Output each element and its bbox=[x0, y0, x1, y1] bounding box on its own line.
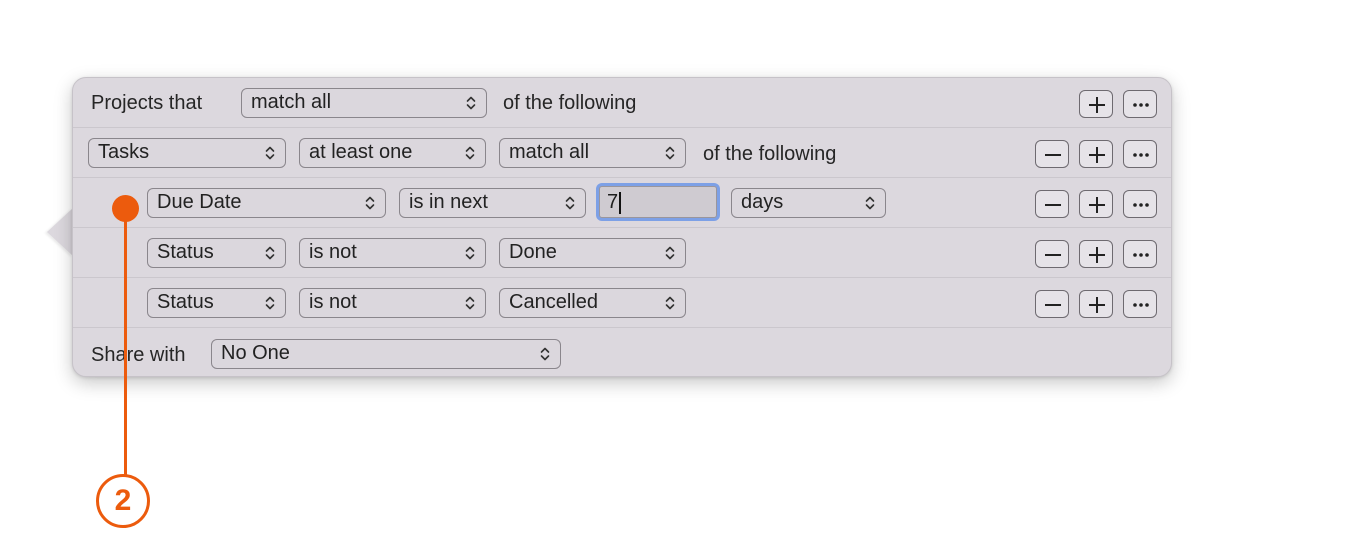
condition-operator-value: is not bbox=[309, 291, 357, 313]
minus-icon bbox=[1045, 304, 1061, 306]
group-rule-row: Tasks at least one match all of the foll… bbox=[73, 128, 1171, 178]
condition-unit-value: days bbox=[741, 191, 784, 213]
group-of-the-following-label: of the following bbox=[703, 143, 837, 165]
remove-rule-button[interactable] bbox=[1035, 290, 1069, 318]
group-quantifier-select[interactable]: at least one bbox=[299, 138, 486, 168]
more-options-button[interactable] bbox=[1123, 90, 1157, 118]
condition-value: Cancelled bbox=[509, 291, 598, 313]
condition-operator-select[interactable]: is in next bbox=[399, 188, 586, 218]
popover-arrow bbox=[47, 208, 73, 256]
condition-field-value: Due Date bbox=[157, 191, 242, 213]
add-rule-button[interactable] bbox=[1079, 90, 1113, 118]
chevron-up-down-icon bbox=[540, 347, 550, 361]
group-match-value: match all bbox=[509, 141, 590, 163]
plus-icon bbox=[1089, 97, 1105, 113]
add-rule-button[interactable] bbox=[1079, 290, 1113, 318]
more-options-button[interactable] bbox=[1123, 190, 1157, 218]
plus-icon bbox=[1089, 297, 1105, 313]
chevron-up-down-icon bbox=[465, 146, 475, 160]
ellipsis-icon bbox=[1133, 203, 1149, 207]
add-rule-button[interactable] bbox=[1079, 140, 1113, 168]
condition-value: Done bbox=[509, 241, 557, 263]
remove-rule-button[interactable] bbox=[1035, 190, 1069, 218]
plus-icon bbox=[1089, 197, 1105, 213]
group-field-select[interactable]: Tasks bbox=[88, 138, 286, 168]
condition-row: Status is not Done bbox=[73, 228, 1171, 278]
condition-operator-select[interactable]: is not bbox=[299, 238, 486, 268]
projects-that-label: Projects that bbox=[91, 92, 203, 114]
condition-field-value: Status bbox=[157, 291, 214, 313]
chevron-up-down-icon bbox=[465, 246, 475, 260]
root-rule-row: Projects that match all of the following bbox=[73, 78, 1171, 128]
chevron-up-down-icon bbox=[265, 146, 275, 160]
chevron-up-down-icon bbox=[865, 196, 875, 210]
chevron-up-down-icon bbox=[665, 146, 675, 160]
minus-icon bbox=[1045, 154, 1061, 156]
ellipsis-icon bbox=[1133, 153, 1149, 157]
smart-filter-popover: Projects that match all of the following… bbox=[72, 77, 1172, 377]
of-the-following-label: of the following bbox=[503, 92, 637, 114]
chevron-up-down-icon bbox=[565, 196, 575, 210]
share-with-value: No One bbox=[221, 342, 290, 364]
condition-value-select[interactable]: Cancelled bbox=[499, 288, 686, 318]
ellipsis-icon bbox=[1133, 303, 1149, 307]
condition-field-select[interactable]: Status bbox=[147, 238, 286, 268]
condition-operator-value: is in next bbox=[409, 191, 488, 213]
days-count-value: 7 bbox=[607, 191, 619, 213]
group-quantifier-value: at least one bbox=[309, 141, 413, 163]
text-caret bbox=[619, 192, 621, 214]
plus-icon bbox=[1089, 247, 1105, 263]
share-row: Share with No One bbox=[73, 328, 1171, 378]
remove-rule-button[interactable] bbox=[1035, 240, 1069, 268]
root-match-select[interactable]: match all bbox=[241, 88, 487, 118]
chevron-up-down-icon bbox=[665, 296, 675, 310]
add-rule-button[interactable] bbox=[1079, 240, 1113, 268]
callout-number-badge: 2 bbox=[96, 474, 150, 528]
remove-rule-button[interactable] bbox=[1035, 140, 1069, 168]
chevron-up-down-icon bbox=[466, 96, 476, 110]
chevron-up-down-icon bbox=[365, 196, 375, 210]
add-rule-button[interactable] bbox=[1079, 190, 1113, 218]
group-match-select[interactable]: match all bbox=[499, 138, 686, 168]
condition-field-value: Status bbox=[157, 241, 214, 263]
group-field-value: Tasks bbox=[98, 141, 150, 163]
chevron-up-down-icon bbox=[265, 246, 275, 260]
minus-icon bbox=[1045, 254, 1061, 256]
condition-operator-value: is not bbox=[309, 241, 357, 263]
share-with-label: Share with bbox=[91, 344, 186, 366]
share-with-select[interactable]: No One bbox=[211, 339, 561, 369]
root-match-select-value: match all bbox=[251, 91, 332, 113]
more-options-button[interactable] bbox=[1123, 240, 1157, 268]
plus-icon bbox=[1089, 147, 1105, 163]
chevron-up-down-icon bbox=[465, 296, 475, 310]
chevron-up-down-icon bbox=[665, 246, 675, 260]
condition-field-select[interactable]: Due Date bbox=[147, 188, 386, 218]
ellipsis-icon bbox=[1133, 103, 1149, 107]
condition-row: Status is not Cancelled bbox=[73, 278, 1171, 328]
chevron-up-down-icon bbox=[265, 296, 275, 310]
condition-operator-select[interactable]: is not bbox=[299, 288, 486, 318]
condition-unit-select[interactable]: days bbox=[731, 188, 886, 218]
ellipsis-icon bbox=[1133, 253, 1149, 257]
more-options-button[interactable] bbox=[1123, 140, 1157, 168]
more-options-button[interactable] bbox=[1123, 290, 1157, 318]
condition-row: Due Date is in next 7 days bbox=[73, 178, 1171, 228]
callout-dot bbox=[112, 195, 139, 222]
callout-line bbox=[124, 208, 127, 476]
condition-field-select[interactable]: Status bbox=[147, 288, 286, 318]
days-count-input[interactable]: 7 bbox=[599, 186, 717, 218]
minus-icon bbox=[1045, 204, 1061, 206]
condition-value-select[interactable]: Done bbox=[499, 238, 686, 268]
